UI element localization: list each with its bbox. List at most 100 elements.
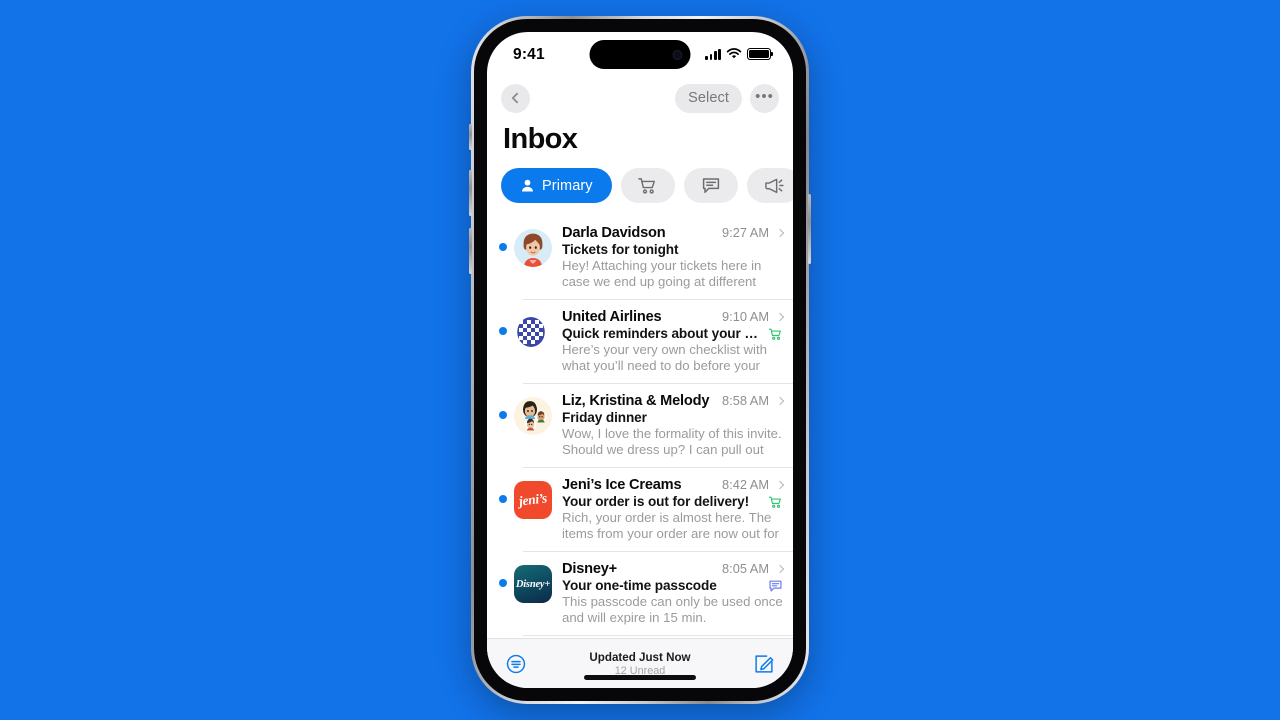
mail-header-line: Liz, Kristina & Melody 8:58 AM [562,393,785,409]
status-bar-indicators [705,48,771,60]
front-camera-icon [672,49,683,60]
phone-screen: 9:41 Select ••• Inbox Primary Darla Davi… [487,32,793,688]
power-button[interactable] [808,194,811,264]
jenis-logo-text: jeni’s [518,490,548,509]
mail-row[interactable]: Darla Davidson 9:27 AM Tickets for tonig… [487,215,793,299]
pill-updates[interactable] [683,168,738,203]
mail-preview: This passcode can only be used once and … [562,594,783,625]
compose-icon [755,654,774,673]
status-bar: 9:41 [487,32,793,76]
mail-subject: Tickets for tonight [562,242,679,257]
bottom-toolbar: Updated Just Now 12 Unread [487,638,793,688]
mail-subject-line: Friday dinner [562,410,783,425]
category-badge-shopping [768,495,783,509]
mail-row[interactable]: Disney+ Disney+ 8:05 AM Your one-time pa… [487,551,793,635]
page-title: Inbox [503,123,578,155]
mail-row[interactable]: jeni’s Jeni’s Ice Creams 8:42 AM Your or… [487,467,793,551]
chevron-right-icon [775,312,785,322]
mail-subject-line: Your one-time passcode [562,578,783,593]
mail-header-line: Jeni’s Ice Creams 8:42 AM [562,477,785,493]
mail-subject-line: Your order is out for delivery! [562,494,783,509]
back-button[interactable] [501,83,530,113]
category-badge-shopping [768,327,783,341]
chat-bubble-icon [769,580,782,592]
mail-content: Liz, Kristina & Melody 8:58 AM Friday di… [552,393,785,458]
avatar: jeni’s [514,481,552,519]
filter-button[interactable] [505,653,527,675]
mail-preview: Wow, I love the formality of this invite… [562,426,782,457]
avatar [514,397,552,435]
compose-button[interactable] [753,653,775,675]
pill-transactions[interactable] [620,168,675,203]
select-button-label: Select [688,90,729,106]
mail-list[interactable]: Darla Davidson 9:27 AM Tickets for tonig… [487,215,793,638]
chevron-right-icon [775,228,785,238]
mail-content: Darla Davidson 9:27 AM Tickets for tonig… [552,225,785,290]
mail-sender: Disney+ [562,561,617,577]
select-button[interactable]: Select [675,83,742,113]
mail-time: 8:05 AM [722,561,769,576]
pill-primary-label: Primary [542,177,593,194]
mail-time: 8:42 AM [722,477,769,492]
mail-time: 9:10 AM [722,309,769,324]
avatar [514,313,552,351]
filter-icon [506,654,526,673]
mail-header-line: Disney+ 8:05 AM [562,561,785,577]
mail-content: Jeni’s Ice Creams 8:42 AM Your order is … [552,477,785,542]
mail-header-line: Darla Davidson 9:27 AM [562,225,785,241]
mail-preview: Here’s your very own checklist with what… [562,342,767,373]
cart-icon [638,178,656,194]
category-filter-bar: Primary [487,168,793,215]
mail-sender: Jeni’s Ice Creams [562,477,682,493]
mail-row[interactable]: Liz, Kristina & Melody 8:58 AM Friday di… [487,383,793,467]
pill-promotions[interactable] [746,168,793,203]
wifi-icon [726,48,742,59]
unread-indicator [499,327,507,335]
mail-row[interactable]: United Airlines 9:10 AM Quick reminders … [487,299,793,383]
dynamic-island [589,40,691,69]
pill-primary[interactable]: Primary [501,168,612,203]
unread-indicator [499,243,507,251]
mail-time: 8:58 AM [722,393,769,408]
mail-preview: Hey! Attaching your tickets here in case… [562,258,762,289]
iphone-device-mockup: 9:41 Select ••• Inbox Primary Darla Davi… [469,16,811,704]
avatar [514,229,552,267]
chevron-right-icon [775,396,785,406]
mail-subject-line: Tickets for tonight [562,242,783,257]
unread-indicator [499,411,507,419]
cart-icon [768,328,781,340]
chevron-right-icon [775,564,785,574]
volume-down-button[interactable] [469,228,472,274]
mail-subject: Your one-time passcode [562,578,717,593]
avatar: Disney+ [514,565,552,603]
mail-sender: United Airlines [562,309,662,325]
person-icon [522,179,533,192]
sync-status: Updated Just Now 12 Unread [487,651,793,677]
silent-switch[interactable] [469,124,472,150]
chevron-right-icon [775,480,785,490]
memoji-group-icon [523,401,547,431]
mail-subject: Quick reminders about your upcoming… [562,326,762,341]
megaphone-icon [765,178,784,194]
mail-content: Disney+ 8:05 AM Your one-time passcode T… [552,561,785,626]
updated-label: Updated Just Now [589,650,691,664]
disney-logo-text: Disney+ [515,578,551,590]
mail-preview: Rich, your order is almost here. The ite… [562,510,779,541]
volume-up-button[interactable] [469,170,472,216]
chevron-left-icon [511,92,523,104]
unread-indicator [499,579,507,587]
navigation-bar: Select ••• [487,76,793,120]
unread-indicator [499,495,507,503]
home-indicator [584,675,696,680]
cart-icon [768,496,781,508]
status-bar-time: 9:41 [513,46,545,63]
mail-subject-line: Quick reminders about your upcoming… [562,326,783,341]
mail-subject: Your order is out for delivery! [562,494,749,509]
mail-sender: Darla Davidson [562,225,666,241]
mail-time: 9:27 AM [722,225,769,240]
mail-header-line: United Airlines 9:10 AM [562,309,785,325]
more-options-button[interactable]: ••• [750,83,779,113]
united-globe-logo-icon [514,313,552,351]
memoji-woman-icon [523,233,543,267]
mail-content: United Airlines 9:10 AM Quick reminders … [552,309,785,374]
